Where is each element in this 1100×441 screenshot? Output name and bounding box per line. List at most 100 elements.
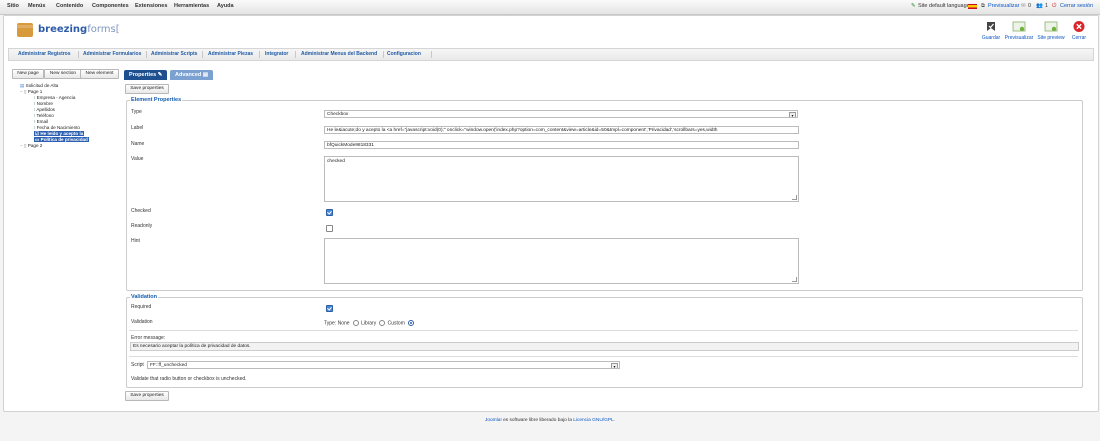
textfield-icon: I bbox=[34, 119, 36, 124]
preview-button[interactable]: Previsualizar bbox=[1004, 20, 1034, 41]
nav-administrar-piezas[interactable]: Administrar Piezas bbox=[208, 51, 253, 57]
messages-count[interactable]: 0 bbox=[1028, 3, 1031, 9]
checked-checkbox[interactable] bbox=[326, 209, 333, 216]
menu-herramientas[interactable]: Herramientas bbox=[174, 3, 209, 9]
required-checkbox[interactable] bbox=[326, 305, 333, 312]
menu-extensiones[interactable]: Extensiones bbox=[135, 3, 167, 9]
messages-icon: ✉ bbox=[1021, 3, 1026, 9]
element-properties-legend: Element Properties bbox=[130, 97, 183, 103]
preview-label: Previsualizar bbox=[1004, 35, 1034, 41]
site-default-language[interactable]: Site default language bbox=[918, 3, 970, 9]
name-input[interactable]: bfQuickMode9818331 bbox=[324, 141, 799, 149]
preview-icon bbox=[1012, 21, 1026, 32]
chevron-down-icon: ▾ bbox=[789, 112, 796, 117]
value-textarea[interactable]: checked bbox=[324, 156, 799, 202]
save-properties-button-bottom[interactable]: Save properties bbox=[125, 391, 169, 401]
nav-separator bbox=[259, 51, 260, 58]
readonly-label: Readonly bbox=[131, 223, 153, 229]
form-icon: ▤ bbox=[20, 83, 25, 88]
script-description: Validate that radio button or checkbox i… bbox=[131, 376, 247, 382]
validation-type-prefix: Type: bbox=[324, 320, 337, 327]
radio-library[interactable] bbox=[379, 320, 386, 326]
site-preview-label: Site preview bbox=[1037, 35, 1065, 41]
menu-componentes[interactable]: Componentes bbox=[92, 3, 129, 9]
nav-separator bbox=[202, 51, 203, 58]
textfield-icon: I bbox=[34, 95, 36, 100]
type-select[interactable]: Checkbox ▾ bbox=[324, 110, 798, 118]
tree-page-2-label: Page 2 bbox=[27, 143, 43, 148]
readonly-checkbox[interactable] bbox=[326, 225, 333, 232]
tab-properties[interactable]: Properties ✎ bbox=[124, 70, 168, 80]
nav-separator bbox=[295, 51, 296, 58]
new-page-button[interactable]: New page bbox=[12, 69, 44, 79]
value-label: Value bbox=[131, 156, 144, 162]
validation-option-label: Custom bbox=[387, 320, 405, 327]
new-section-button[interactable]: New section bbox=[44, 69, 82, 79]
label-input[interactable]: He le&iacute;do y acepto la <a href="jav… bbox=[324, 126, 799, 134]
divider bbox=[129, 356, 1078, 357]
nav-configuracion[interactable]: Configuracion bbox=[387, 51, 421, 57]
site-preview-button[interactable]: Site preview bbox=[1036, 20, 1066, 41]
hint-textarea[interactable] bbox=[324, 238, 799, 284]
nav-administrar-menus-backend[interactable]: Administrar Menus del Backend bbox=[301, 51, 377, 57]
validation-option-label: None bbox=[337, 320, 350, 327]
top-menubar: Sitio Menús Contenido Componentes Extens… bbox=[0, 0, 1100, 15]
chevron-down-icon: ▾ bbox=[611, 363, 618, 368]
validation-legend: Validation bbox=[130, 294, 158, 300]
nav-administrar-registros[interactable]: Administrar Registros bbox=[18, 51, 71, 57]
close-button[interactable]: Cerrar bbox=[1068, 20, 1090, 41]
required-label: Required bbox=[131, 304, 152, 310]
tree-page-2[interactable]: − ▯ Page 2 bbox=[20, 143, 42, 149]
save-properties-button-top[interactable]: Save properties bbox=[125, 84, 169, 94]
menu-contenido[interactable]: Contenido bbox=[56, 3, 83, 9]
checked-label: Checked bbox=[131, 208, 151, 214]
nav-administrar-scripts[interactable]: Administrar Scripts bbox=[151, 51, 197, 57]
close-label: Cerrar bbox=[1071, 35, 1087, 41]
spain-flag-icon bbox=[968, 4, 977, 9]
textfield-icon: I bbox=[34, 125, 36, 130]
page-footer: Joomla! es software libre liberado bajo … bbox=[0, 418, 1100, 423]
hint-label: Hint bbox=[131, 238, 140, 244]
tree-page-1-label: Page 1 bbox=[27, 89, 43, 94]
radio-custom[interactable] bbox=[407, 320, 414, 326]
tab-advanced[interactable]: Advanced ▤ bbox=[170, 70, 214, 80]
divider bbox=[129, 330, 1078, 331]
preview-icon: ⧉ bbox=[981, 3, 985, 9]
properties-tab-icon: ✎ bbox=[157, 72, 163, 78]
advanced-tab-icon: ▤ bbox=[202, 72, 209, 78]
users-count[interactable]: 1 bbox=[1045, 3, 1048, 9]
component-subnav: Administrar Registros Administrar Formul… bbox=[8, 48, 1094, 61]
license-link[interactable]: Licencia GNU/GPL. bbox=[573, 418, 615, 423]
name-label: Name bbox=[131, 141, 145, 147]
logout-link[interactable]: Cerrar sesión bbox=[1060, 3, 1093, 9]
page-icon: ▯ bbox=[23, 143, 27, 148]
label-label: Label bbox=[131, 125, 144, 131]
nav-separator bbox=[78, 51, 79, 58]
nav-integrator[interactable]: Integrator bbox=[265, 51, 288, 57]
resize-grip-icon[interactable] bbox=[792, 195, 797, 200]
nav-separator bbox=[431, 51, 432, 58]
joomla-link[interactable]: Joomla! bbox=[485, 418, 502, 423]
script-select[interactable]: FF::ff_unchecked ▾ bbox=[147, 361, 620, 369]
menu-ayuda[interactable]: Ayuda bbox=[217, 3, 234, 9]
resize-grip-icon[interactable] bbox=[792, 277, 797, 282]
component-header: breezingforms[ Guardar Previsualizar Sit… bbox=[8, 18, 1093, 45]
menu-menus[interactable]: Menús bbox=[28, 3, 45, 9]
error-message-input[interactable]: Es necesario aceptar la política de priv… bbox=[130, 342, 1079, 351]
save-icon bbox=[987, 22, 995, 31]
site-preview-icon bbox=[1044, 21, 1058, 32]
close-icon bbox=[1073, 21, 1085, 32]
users-icon: 👥 bbox=[1036, 3, 1043, 9]
save-button[interactable]: Guardar bbox=[980, 20, 1002, 41]
nav-administrar-formularios[interactable]: Administrar Formularios bbox=[83, 51, 141, 57]
menu-sitio[interactable]: Sitio bbox=[7, 3, 19, 9]
footer-text: es software libre liberado bajo la bbox=[501, 418, 574, 423]
collapse-icon: − bbox=[20, 89, 23, 94]
preview-link[interactable]: Previsualizar bbox=[988, 3, 1019, 9]
radio-none[interactable] bbox=[352, 320, 359, 326]
new-element-button[interactable]: New element bbox=[80, 69, 119, 79]
logo-rest-text: forms bbox=[87, 24, 116, 35]
form-tree: ▤ Solicitud de Alta − ▯ Page 1 I Empresa… bbox=[14, 83, 122, 173]
checkbox-icon: ☑ bbox=[35, 131, 40, 136]
breezingforms-logo-icon bbox=[17, 23, 33, 37]
